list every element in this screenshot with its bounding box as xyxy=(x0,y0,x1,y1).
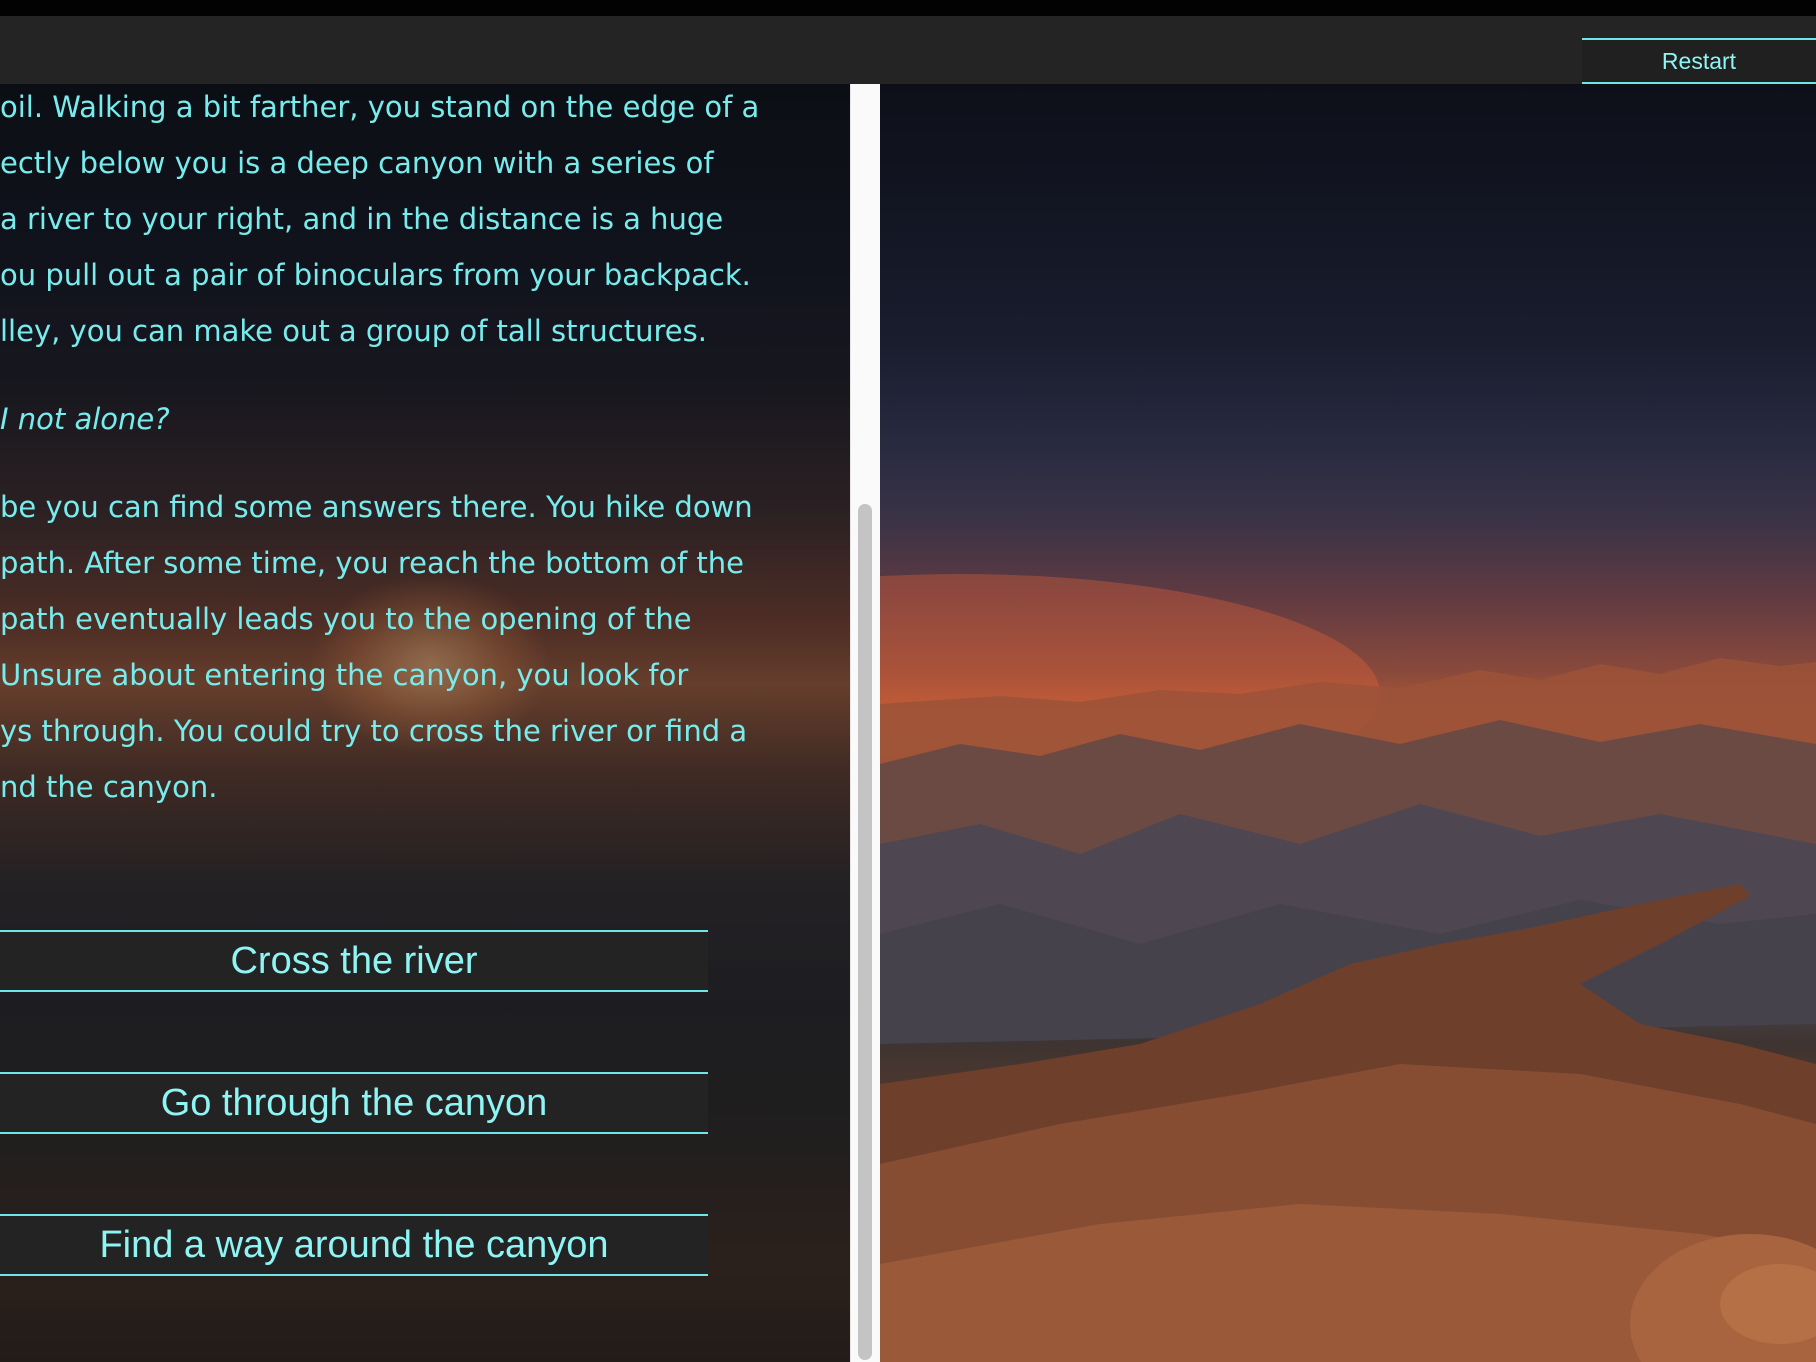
planet-landscape-image xyxy=(880,84,1816,1362)
story-line: lley, you can make out a group of tall s… xyxy=(0,314,707,348)
landscape-illustration xyxy=(880,574,1816,1362)
story-panel[interactable]: oil. Walking a bit farther, you stand on… xyxy=(0,84,850,1362)
story-line: ys through. You could try to cross the r… xyxy=(0,714,748,748)
story-line: path. After some time, you reach the bot… xyxy=(0,546,744,580)
choice-cross-river-button[interactable]: Cross the river xyxy=(0,930,708,992)
story-line: Unsure about entering the canyon, you lo… xyxy=(0,658,689,692)
restart-button[interactable]: Restart xyxy=(1582,38,1816,84)
choice-canyon-button[interactable]: Go through the canyon xyxy=(0,1072,708,1134)
story-line: ou pull out a pair of binoculars from yo… xyxy=(0,258,751,292)
story-line: a river to your right, and in the distan… xyxy=(0,202,724,236)
story-line: be you can find some answers there. You … xyxy=(0,490,753,524)
story-line: ectly below you is a deep canyon with a … xyxy=(0,146,714,180)
scrollbar-thumb[interactable] xyxy=(858,504,872,1360)
story-line: oil. Walking a bit farther, you stand on… xyxy=(0,90,760,124)
window-top-edge xyxy=(0,0,1816,16)
story-line: path eventually leads you to the opening… xyxy=(0,602,692,636)
choice-around-canyon-button[interactable]: Find a way around the canyon xyxy=(0,1214,708,1276)
top-bar: Restart xyxy=(0,16,1816,84)
story-thought: I not alone? xyxy=(0,402,170,436)
story-line: nd the canyon. xyxy=(0,770,218,804)
